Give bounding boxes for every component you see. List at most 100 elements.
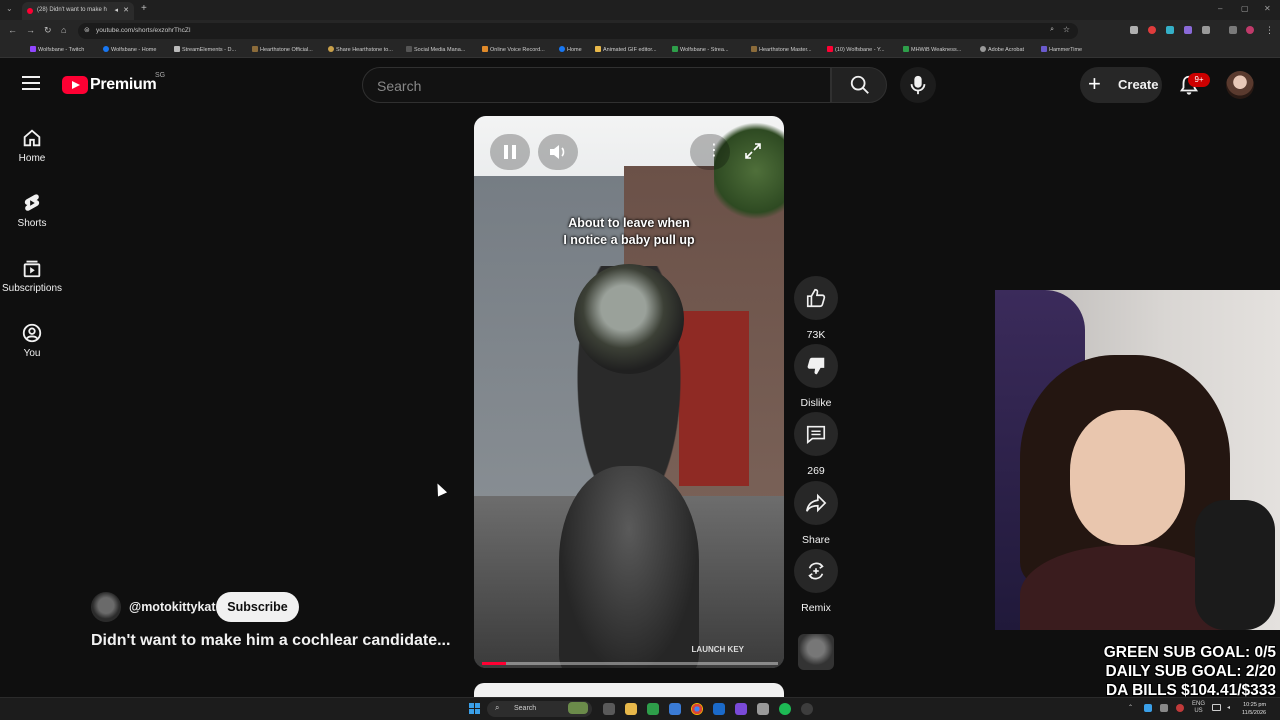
search-input[interactable]: Search xyxy=(362,67,831,103)
bookmark-star-icon[interactable]: ☆ xyxy=(1063,25,1070,34)
video-progress-bar[interactable] xyxy=(482,662,778,665)
share-button[interactable] xyxy=(794,481,838,525)
zoom-icon[interactable]: ⌕ xyxy=(1050,26,1054,34)
dislike-button[interactable] xyxy=(794,344,838,388)
tab-mute-icon[interactable]: ◂ xyxy=(114,6,118,14)
comments-button[interactable] xyxy=(794,412,838,456)
taskbar-search[interactable]: ⌕ Search xyxy=(487,701,592,717)
volume-button[interactable] xyxy=(538,134,578,170)
close-window-icon[interactable]: ✕ xyxy=(1264,4,1271,13)
extension-4-icon[interactable] xyxy=(1184,26,1192,34)
minimize-icon[interactable]: – xyxy=(1218,4,1222,13)
tab-search-icon[interactable]: ⌄ xyxy=(6,4,13,13)
windows-start-icon[interactable] xyxy=(469,703,480,714)
bookmark-item[interactable]: Online Voice Record... xyxy=(482,46,545,53)
channel-name[interactable]: @motokittykat xyxy=(129,600,216,614)
share-action[interactable]: Share xyxy=(794,481,838,546)
extension-1-icon[interactable] xyxy=(1130,26,1138,34)
remix-action[interactable]: Remix xyxy=(794,549,838,614)
dislike-action[interactable]: Dislike xyxy=(794,344,838,409)
network-icon[interactable] xyxy=(1212,704,1221,711)
app-icon[interactable] xyxy=(757,703,769,715)
tab-close-icon[interactable]: ✕ xyxy=(123,6,129,14)
speaker-icon[interactable]: ◂ xyxy=(1227,704,1230,711)
fullscreen-icon xyxy=(745,143,761,159)
bookmark-item[interactable]: Animated GIF editor... xyxy=(595,46,657,53)
bookmark-item[interactable]: HammerTime xyxy=(1041,46,1082,53)
bookmarks-bar: Wolfsbane - Twitch Wolfsbane - Home Stre… xyxy=(0,42,1280,58)
extension-2-icon[interactable] xyxy=(1148,26,1156,34)
logo-text[interactable]: Premium xyxy=(90,76,157,94)
sidebar-item-home[interactable]: Home xyxy=(0,127,64,187)
bookmark-item[interactable]: Wolfsbane - Twitch xyxy=(30,46,84,53)
share-icon xyxy=(806,493,827,513)
fullscreen-button[interactable] xyxy=(736,134,770,170)
task-view-icon[interactable] xyxy=(603,703,615,715)
bookmark-item[interactable]: Home xyxy=(559,46,582,53)
site-info-icon[interactable]: ⊜ xyxy=(84,26,90,34)
voice-search-button[interactable] xyxy=(900,67,936,103)
subscribe-button[interactable]: Subscribe xyxy=(216,592,299,622)
bookmark-item[interactable]: Hearthstone Master... xyxy=(751,46,812,53)
app-icon[interactable] xyxy=(669,703,681,715)
tray-app-icon[interactable] xyxy=(1144,704,1152,712)
steam-icon[interactable] xyxy=(713,703,725,715)
bookmark-item[interactable]: Wolfsbane - Strea... xyxy=(672,46,729,53)
reload-icon[interactable]: ↻ xyxy=(44,25,52,36)
taskbar-clock[interactable]: 10:25 pm 11/5/2026 xyxy=(1242,701,1266,717)
account-avatar[interactable] xyxy=(1226,71,1254,99)
app-icon[interactable] xyxy=(735,703,747,715)
back-icon[interactable]: ← xyxy=(8,25,17,35)
remix-button[interactable] xyxy=(794,549,838,593)
like-button[interactable] xyxy=(794,276,838,320)
subscriptions-icon xyxy=(23,260,41,278)
bookmark-item[interactable]: Share Hearthstone to... xyxy=(328,46,393,53)
taskbar-search-icon: ⌕ xyxy=(495,703,500,712)
extension-3-icon[interactable] xyxy=(1166,26,1174,34)
obs-icon[interactable] xyxy=(801,703,813,715)
sidepanel-icon[interactable] xyxy=(1229,26,1237,34)
chrome-icon[interactable] xyxy=(691,703,703,715)
channel-avatar[interactable] xyxy=(91,592,121,622)
short-video-player[interactable]: About to leave when I notice a baby pull … xyxy=(474,116,784,668)
search-button[interactable] xyxy=(831,67,887,103)
sidebar-item-shorts[interactable]: Shorts xyxy=(0,192,64,252)
video-overlay-tag: LAUNCH KEY xyxy=(691,645,744,654)
comments-action[interactable]: 269 xyxy=(794,412,838,477)
bookmark-item[interactable]: Social Media Mana... xyxy=(406,46,465,53)
tray-app-icon[interactable] xyxy=(1160,704,1168,712)
language-indicator[interactable]: ENG US xyxy=(1192,701,1205,715)
bookmark-item[interactable]: Adobe Acrobat xyxy=(980,46,1024,53)
bookmark-item[interactable]: StreamElements - D... xyxy=(174,46,236,53)
pause-button[interactable] xyxy=(490,134,530,170)
bookmark-item[interactable]: Hearthstone Official... xyxy=(252,46,313,53)
browser-tab[interactable]: (28) Didn't want to make h ◂ ✕ xyxy=(22,2,134,20)
sound-thumbnail[interactable] xyxy=(798,634,834,670)
bookmark-item[interactable]: (10) Wolfsbane - Y... xyxy=(827,46,885,53)
spotify-icon[interactable] xyxy=(779,703,791,715)
home-browser-icon[interactable]: ⌂ xyxy=(61,25,66,35)
extensions-puzzle-icon[interactable] xyxy=(1202,26,1210,34)
browser-menu-icon[interactable]: ⋮ xyxy=(1265,25,1274,36)
tab-title: (28) Didn't want to make h xyxy=(37,7,107,13)
spreadsheet-app-icon[interactable] xyxy=(647,703,659,715)
maximize-icon[interactable]: ▢ xyxy=(1241,4,1249,13)
sidebar-item-you[interactable]: You xyxy=(0,322,64,382)
pause-icon xyxy=(504,145,516,159)
short-title[interactable]: Didn't want to make him a cochlear candi… xyxy=(91,632,450,650)
tray-overflow-icon[interactable]: ⌃ xyxy=(1128,704,1133,711)
tray-app-icon[interactable] xyxy=(1176,704,1184,712)
bookmark-item[interactable]: Wolfsbane - Home xyxy=(103,46,156,53)
youtube-logo-icon[interactable] xyxy=(62,76,88,94)
sidebar-item-subscriptions[interactable]: Subscriptions xyxy=(0,257,64,317)
stream-goals-overlay: GREEN SUB GOAL: 0/5 DAILY SUB GOAL: 2/20… xyxy=(1056,643,1276,700)
menu-icon[interactable] xyxy=(22,76,40,92)
more-options-button[interactable]: ⋮ xyxy=(690,134,730,170)
bookmark-item[interactable]: MHWiB Weakness... xyxy=(903,46,961,53)
new-tab-button[interactable]: + xyxy=(141,3,147,14)
url-field[interactable]: ⊜ youtube.com/shorts/exzohrThcZI ⌕ ☆ xyxy=(78,23,1078,39)
profile-icon[interactable] xyxy=(1246,26,1254,34)
forward-icon[interactable]: → xyxy=(26,25,35,35)
file-explorer-icon[interactable] xyxy=(625,703,637,715)
like-action[interactable]: 73K xyxy=(794,276,838,341)
